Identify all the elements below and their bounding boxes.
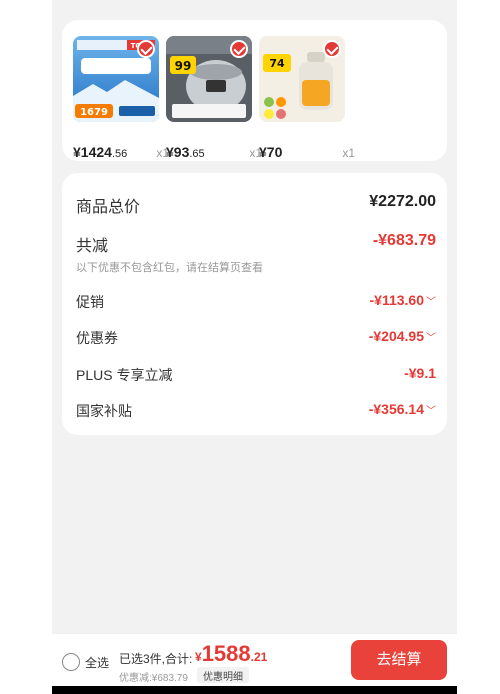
home-indicator-bar bbox=[52, 686, 457, 694]
product-price-row: ¥93.65 x1 bbox=[166, 144, 262, 164]
page-header bbox=[52, 0, 457, 14]
product-item[interactable]: 74 ¥70 x1 bbox=[259, 36, 355, 160]
product-quantity: x1 bbox=[342, 146, 355, 160]
product-price: ¥93.65 bbox=[166, 144, 205, 160]
product-thumbnail[interactable]: 99 bbox=[166, 36, 252, 122]
promotion-value: -¥113.60 ﹀ bbox=[369, 292, 437, 308]
discount-summary: 优惠减:¥683.79 bbox=[119, 673, 188, 684]
discount-note: 以下优惠不包含红包，请在结算页查看 bbox=[76, 262, 263, 274]
subtotal-label: 商品总价 bbox=[76, 199, 141, 216]
select-all-radio[interactable] bbox=[62, 653, 80, 671]
discount-value: -¥683.79 bbox=[372, 232, 436, 249]
coupon-label: 优惠券 bbox=[76, 330, 118, 346]
checkout-button[interactable]: 去结算 bbox=[351, 640, 447, 680]
product-checkbox[interactable] bbox=[323, 40, 341, 58]
promotion-label: 促销 bbox=[76, 294, 104, 310]
product-item[interactable]: 99 ¥93.65 x1 bbox=[166, 36, 262, 160]
select-all-label[interactable]: 全选 bbox=[85, 654, 109, 671]
product-subprice: 1679 bbox=[80, 107, 108, 118]
product-thumbnail[interactable]: TOP1 1679 bbox=[73, 36, 159, 122]
product-badge: 99 bbox=[175, 59, 192, 73]
product-price: ¥70 bbox=[259, 144, 283, 160]
checkout-bar: 全选 已选3件,合计: ¥1588.21 优惠减:¥683.79 优惠明细 去结… bbox=[52, 633, 457, 694]
product-price-row: ¥70 x1 bbox=[259, 144, 355, 164]
chevron-down-icon: ﹀ bbox=[426, 406, 436, 417]
selected-count: 已选3件,合计: bbox=[119, 652, 193, 666]
product-item[interactable]: TOP1 1679 ¥1424.56 x1 bbox=[73, 36, 169, 160]
product-checkbox[interactable] bbox=[230, 40, 248, 58]
phone-screen: TOP1 1679 ¥1424.56 x1 bbox=[52, 0, 457, 694]
subsidy-value: -¥356.14 ﹀ bbox=[368, 401, 436, 417]
product-thumbnail[interactable]: 74 bbox=[259, 36, 345, 122]
coupon-value: -¥204.95 ﹀ bbox=[368, 328, 436, 344]
product-price-row: ¥1424.56 x1 bbox=[73, 144, 169, 164]
plus-discount-value: -¥9.1 bbox=[404, 365, 436, 381]
subtotal-value: ¥2272.00 bbox=[369, 193, 436, 210]
total-price: ¥1588.21 bbox=[195, 641, 268, 666]
product-checkbox[interactable] bbox=[137, 40, 155, 58]
chevron-down-icon: ﹀ bbox=[426, 333, 436, 344]
products-card: TOP1 1679 ¥1424.56 x1 bbox=[62, 20, 447, 161]
product-price: ¥1424.56 bbox=[73, 144, 128, 160]
subsidy-label: 国家补贴 bbox=[76, 403, 132, 419]
discount-detail-button[interactable]: 优惠明细 bbox=[197, 667, 249, 683]
price-summary-card: 商品总价 ¥2272.00 共减 -¥683.79 以下优惠不包含红包，请在结算… bbox=[62, 173, 447, 435]
product-badge: 74 bbox=[269, 57, 285, 70]
chevron-down-icon: ﹀ bbox=[426, 297, 436, 308]
discount-label: 共减 bbox=[76, 238, 109, 255]
plus-discount-label: PLUS 专享立减 bbox=[76, 367, 173, 383]
